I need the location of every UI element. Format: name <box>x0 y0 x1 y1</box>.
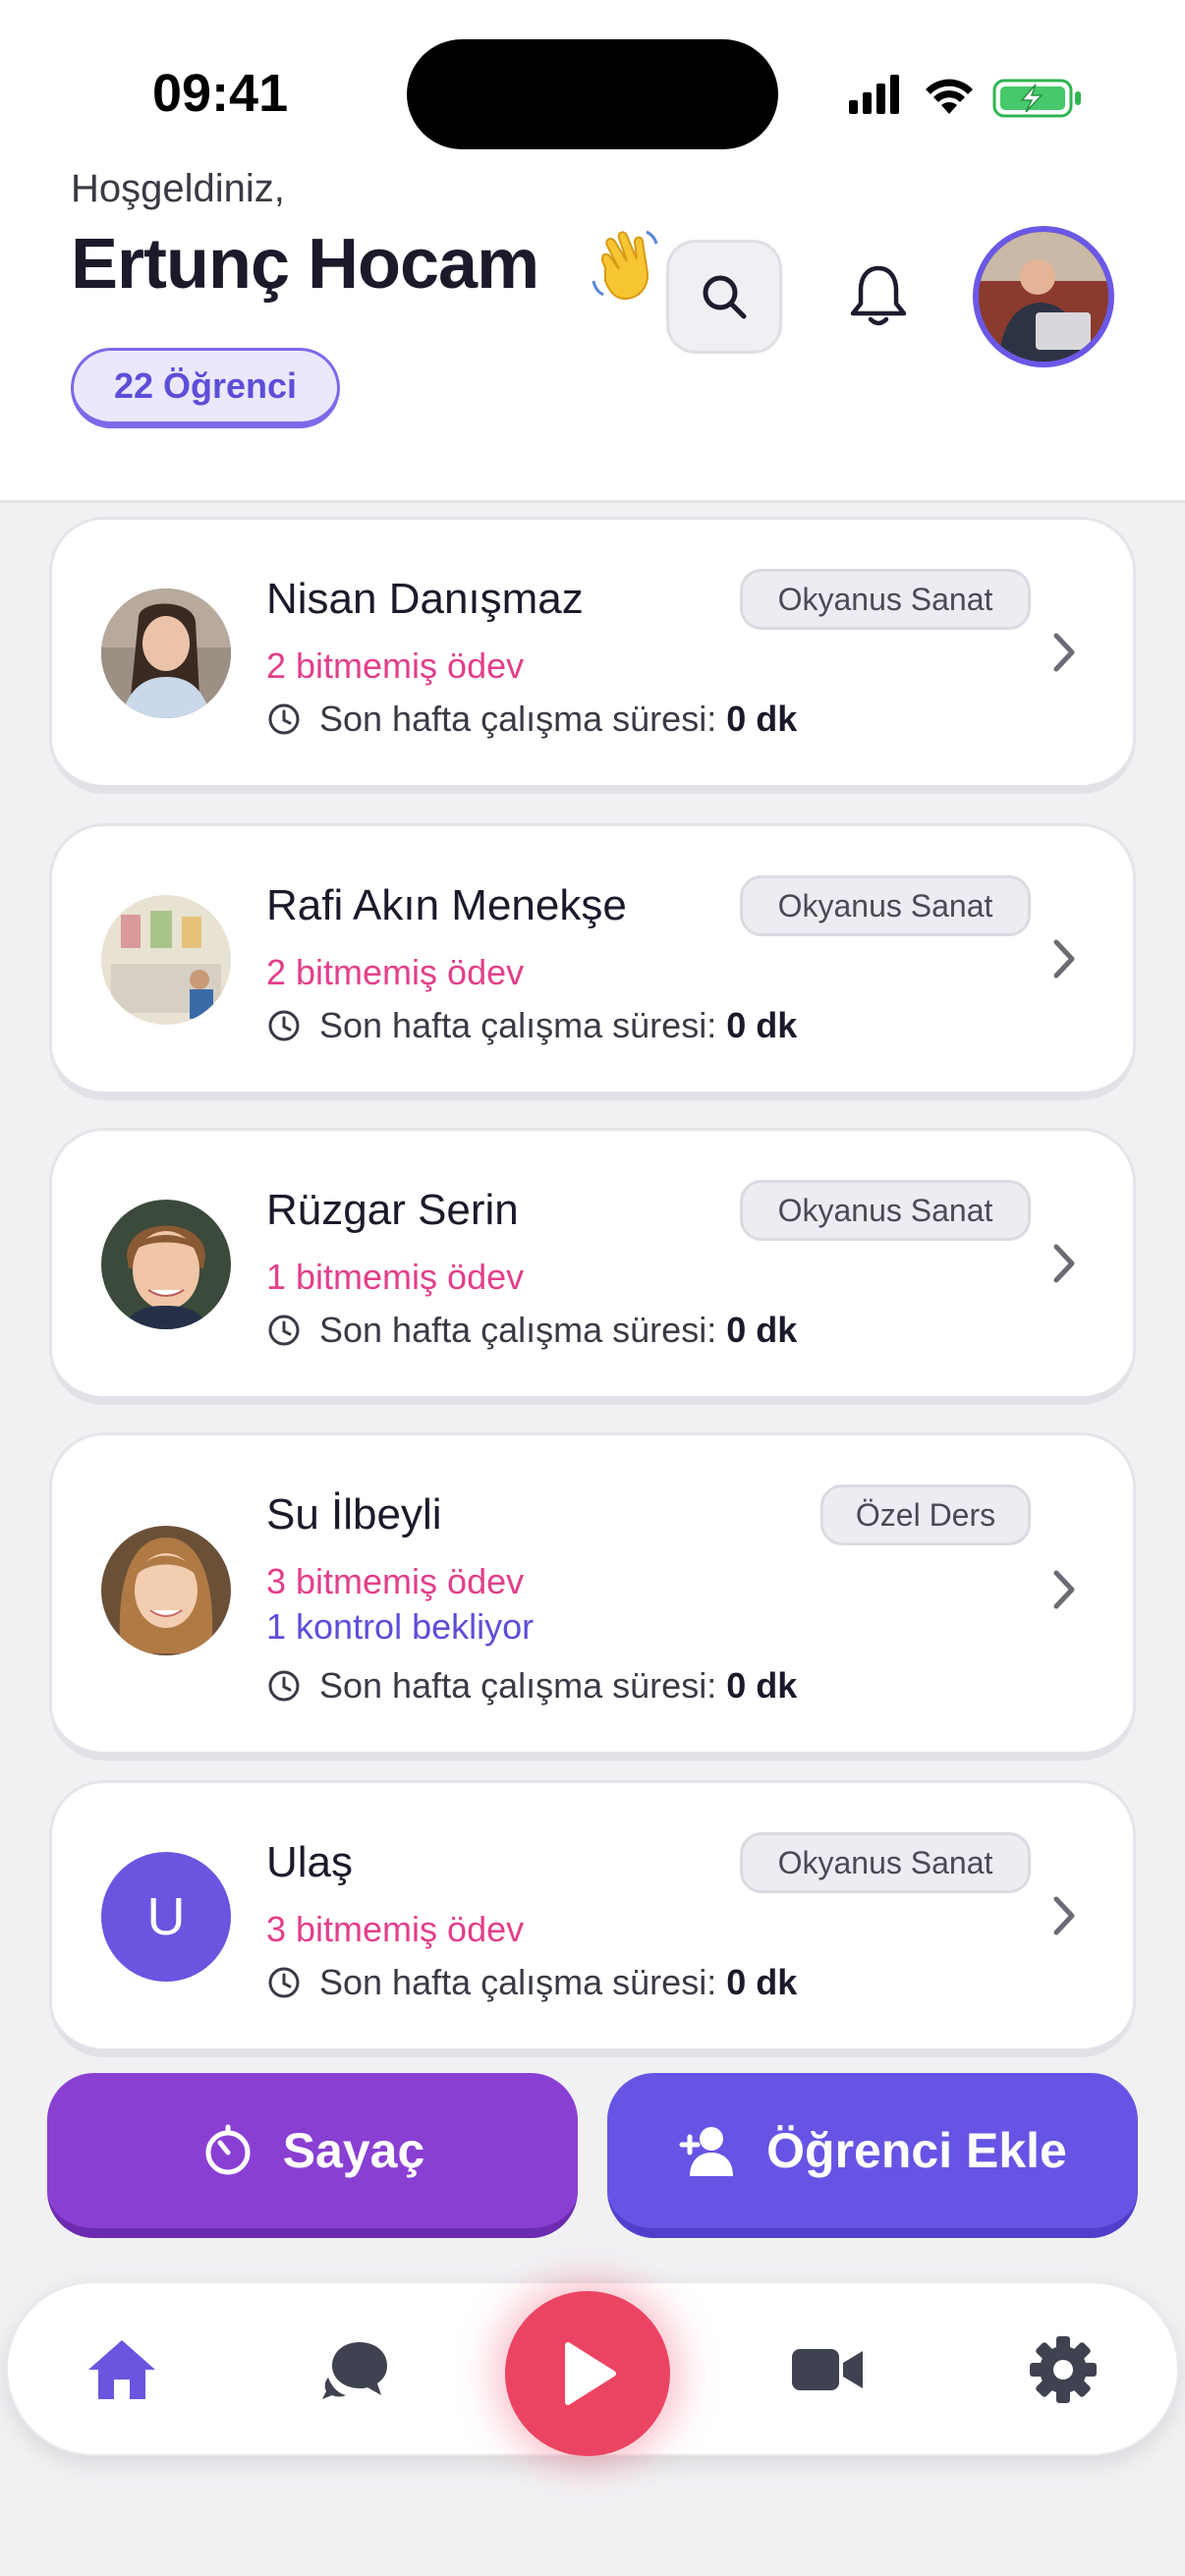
bell-icon <box>850 265 907 326</box>
unfinished-homework: 1 bitmemiş ödev <box>266 1257 525 1297</box>
study-time-value: 0 dk <box>726 699 798 739</box>
clock-icon <box>268 1315 300 1346</box>
nav-settings[interactable] <box>1024 2330 1102 2409</box>
dynamic-island <box>407 39 778 149</box>
study-time: Son hafta çalışma süresi: 0 dk <box>266 1310 797 1351</box>
group-badge: Okyanus Sanat <box>740 875 1031 936</box>
study-time: Son hafta çalışma süresi: 0 dk <box>266 1005 797 1046</box>
unfinished-homework: 3 bitmemiş ödev <box>266 1561 525 1601</box>
student-photo <box>101 895 231 1025</box>
profile-avatar[interactable] <box>973 226 1114 367</box>
student-avatar <box>101 895 231 1025</box>
student-name: Su İlbeyli <box>266 1490 442 1539</box>
student-avatar <box>101 1200 231 1329</box>
battery-icon <box>992 79 1081 118</box>
nav-home[interactable] <box>8 2330 86 2409</box>
study-time-value: 0 dk <box>726 1665 798 1706</box>
timer-icon <box>205 2124 251 2175</box>
notifications-button[interactable] <box>831 250 926 344</box>
profile-photo <box>979 232 1108 362</box>
search-button[interactable] <box>666 240 782 354</box>
nav-video[interactable] <box>788 2330 867 2409</box>
study-time-label: Son hafta çalışma süresi: <box>319 1005 717 1045</box>
study-time-value: 0 dk <box>726 1005 798 1045</box>
student-initial-avatar: U <box>101 1852 231 1982</box>
chevron-right-icon <box>1053 939 1075 979</box>
video-icon <box>792 2349 863 2390</box>
status-icons <box>849 75 1081 118</box>
home-icon <box>88 2340 155 2399</box>
search-icon <box>703 275 747 319</box>
chevron-right-icon <box>1053 633 1075 672</box>
add-student-button[interactable]: Öğrenci Ekle <box>607 2073 1138 2238</box>
student-card[interactable]: Rafi Akın Menekşe Okyanus Sanat 2 bitmem… <box>49 823 1136 1100</box>
nav-chat[interactable] <box>316 2330 395 2409</box>
study-time: Son hafta çalışma süresi: 0 dk <box>266 1962 797 2003</box>
student-photo <box>101 1526 231 1655</box>
play-icon <box>565 2342 616 2405</box>
add-student-button-label: Öğrenci Ekle <box>766 2123 1067 2178</box>
student-photo <box>101 1200 231 1329</box>
study-time: Son hafta çalışma süresi: 0 dk <box>266 699 797 740</box>
student-count-badge[interactable]: 22 Öğrenci <box>71 348 340 428</box>
teacher-name: Ertunç Hocam <box>71 225 539 304</box>
timer-button-label: Sayaç <box>282 2123 425 2178</box>
chevron-right-icon <box>1053 1570 1075 1609</box>
chevron-right-icon <box>1053 1896 1075 1935</box>
study-time-value: 0 dk <box>726 1310 798 1350</box>
student-name: Nisan Danışmaz <box>266 575 584 623</box>
study-time-label: Son hafta çalışma süresi: <box>319 1310 717 1350</box>
timer-button[interactable]: Sayaç <box>47 2073 578 2238</box>
student-avatar <box>101 588 231 718</box>
add-user-icon <box>679 2127 734 2176</box>
signal-icon <box>849 75 899 114</box>
unfinished-homework: 2 bitmemiş ödev <box>266 645 525 686</box>
waving-hand-icon <box>592 230 658 301</box>
settings-icon <box>1030 2336 1097 2403</box>
study-time-value: 0 dk <box>726 1962 798 2002</box>
chat-icon <box>322 2342 387 2399</box>
student-avatar <box>101 1526 231 1655</box>
study-time: Son hafta çalışma süresi: 0 dk <box>266 1665 797 1707</box>
clock-icon <box>268 1967 300 1998</box>
status-bar: 09:41 <box>0 0 1185 177</box>
wifi-icon <box>926 79 973 114</box>
study-time-label: Son hafta çalışma süresi: <box>319 1665 717 1706</box>
play-button[interactable] <box>505 2291 670 2456</box>
student-card[interactable]: Su İlbeyli Özel Ders 3 bitmemiş ödev 1 k… <box>49 1432 1136 1761</box>
clock-icon <box>268 1010 300 1041</box>
student-name: Ulaş <box>266 1838 354 1886</box>
study-time-label: Son hafta çalışma süresi: <box>319 699 717 739</box>
student-photo <box>101 588 231 718</box>
student-name: Rafi Akın Menekşe <box>266 881 627 929</box>
group-badge: Okyanus Sanat <box>740 1832 1031 1893</box>
group-badge: Okyanus Sanat <box>740 569 1031 630</box>
group-badge: Özel Ders <box>820 1484 1031 1545</box>
study-time-label: Son hafta çalışma süresi: <box>319 1962 717 2002</box>
pending-review: 1 kontrol bekliyor <box>266 1606 535 1647</box>
clock-icon <box>268 1670 300 1702</box>
clock-icon <box>268 703 300 735</box>
status-time: 09:41 <box>152 64 289 123</box>
student-card[interactable]: U Ulaş Okyanus Sanat 3 bitmemiş ödev Son… <box>49 1780 1136 2057</box>
student-card[interactable]: Rüzgar Serin Okyanus Sanat 1 bitmemiş öd… <box>49 1128 1136 1405</box>
unfinished-homework: 2 bitmemiş ödev <box>266 952 525 992</box>
group-badge: Okyanus Sanat <box>740 1180 1031 1241</box>
greeting: Hoşgeldiniz, <box>71 167 285 210</box>
student-name: Rüzgar Serin <box>266 1186 519 1234</box>
header: 09:41 Hoşgeldiniz, Ertunç Hocam 22 Öğren… <box>0 0 1185 503</box>
nav-home[interactable] <box>83 2330 161 2409</box>
student-card[interactable]: Nisan Danışmaz Okyanus Sanat 2 bitmemiş … <box>49 517 1136 794</box>
chevron-right-icon <box>1053 1244 1075 1283</box>
unfinished-homework: 3 bitmemiş ödev <box>266 1909 525 1949</box>
